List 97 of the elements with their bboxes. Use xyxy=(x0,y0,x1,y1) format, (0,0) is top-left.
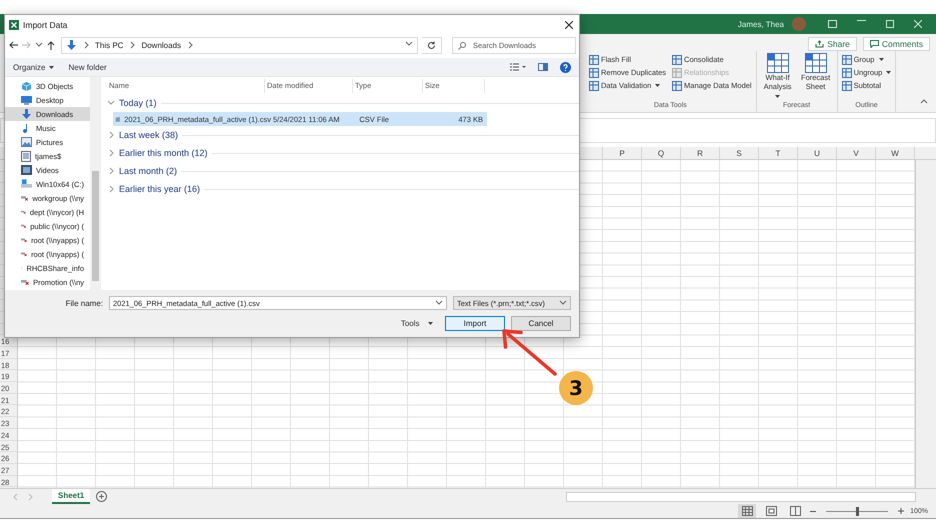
table-icon xyxy=(589,54,599,64)
sheet-tab[interactable]: Sheet1 xyxy=(52,489,90,504)
table-icon xyxy=(589,68,599,78)
close-button[interactable] xyxy=(565,21,573,29)
chevron-right-icon xyxy=(107,185,115,193)
document-icon xyxy=(21,150,31,162)
column-header[interactable]: P xyxy=(603,147,642,159)
share-icon xyxy=(815,40,824,48)
preview-pane-icon[interactable] xyxy=(538,63,548,71)
caret-icon xyxy=(878,58,884,61)
breadcrumb[interactable]: This PC xyxy=(95,40,124,50)
file-group-header[interactable]: Earlier this year (16) xyxy=(107,180,579,198)
comments-button[interactable]: Comments xyxy=(862,37,930,51)
chevron-right-icon xyxy=(107,131,115,139)
column-header[interactable]: U xyxy=(798,147,837,159)
chevron-down-icon xyxy=(435,299,443,307)
vertical-scrollbar[interactable] xyxy=(915,160,936,488)
column-header[interactable]: S xyxy=(720,147,759,159)
up-button[interactable] xyxy=(47,40,55,50)
column-header[interactable]: Q xyxy=(642,147,681,159)
comment-icon xyxy=(870,40,879,48)
maximize-icon[interactable] xyxy=(886,20,894,28)
breadcrumb-chevron-icon xyxy=(82,41,90,49)
ribbon-display-icon[interactable] xyxy=(828,20,837,28)
back-button[interactable] xyxy=(9,41,18,49)
caret-icon xyxy=(655,84,660,87)
file-group-header[interactable]: Last week (38) xyxy=(107,126,579,144)
tools-button[interactable]: Tools xyxy=(400,319,433,328)
search-icon xyxy=(458,42,466,50)
download-icon xyxy=(66,40,77,50)
table-icon xyxy=(842,54,852,64)
recent-locations-button[interactable] xyxy=(35,41,43,49)
column-header[interactable]: V xyxy=(837,147,876,159)
film-icon xyxy=(21,165,32,175)
zoom-thumb[interactable] xyxy=(856,506,860,516)
scroll-right-icon xyxy=(26,492,34,500)
chevron-right-icon xyxy=(107,167,115,175)
organize-button[interactable]: Organize xyxy=(13,62,54,72)
image-icon xyxy=(21,137,32,147)
close-icon[interactable] xyxy=(914,20,922,28)
chevron-down-icon xyxy=(405,40,413,48)
breadcrumb-chevron-icon xyxy=(186,41,194,49)
caret-icon xyxy=(775,95,780,98)
view-options-icon[interactable] xyxy=(510,63,526,71)
breadcrumb-chevron-icon xyxy=(128,41,136,49)
download-icon xyxy=(21,108,32,120)
chevron-right-icon xyxy=(107,149,115,157)
cube-icon xyxy=(21,80,32,92)
file-group-header[interactable]: Last month (2) xyxy=(107,162,579,180)
import-button[interactable]: Import xyxy=(445,316,505,331)
collapse-icon xyxy=(920,98,928,106)
nav-scrollbar[interactable] xyxy=(90,77,100,290)
desktop-icon xyxy=(21,95,32,105)
table-icon xyxy=(842,80,852,90)
dialog-title: Import Data xyxy=(23,20,68,30)
new-folder-button[interactable]: New folder xyxy=(68,62,107,72)
user-name: James, Thea xyxy=(738,20,784,28)
chevron-down-icon xyxy=(35,41,43,49)
share-button[interactable]: Share xyxy=(808,37,857,51)
chevron-down-icon xyxy=(107,99,115,107)
file-group-header[interactable]: Today (1) xyxy=(107,94,579,112)
table-icon xyxy=(672,80,682,90)
table-icon xyxy=(672,68,682,78)
refresh-icon xyxy=(427,40,436,50)
horizontal-scrollbar[interactable] xyxy=(566,492,916,502)
grid-icon xyxy=(804,53,827,73)
address-bar[interactable]: This PC Downloads xyxy=(61,36,418,54)
up-arrow-icon xyxy=(47,40,55,50)
add-sheet-icon[interactable] xyxy=(96,491,108,502)
column-header[interactable]: T xyxy=(759,147,798,159)
grid-icon xyxy=(766,53,789,73)
file-icon xyxy=(115,114,122,124)
back-arrow-icon xyxy=(9,41,18,49)
view-button[interactable] xyxy=(738,504,756,518)
close-icon xyxy=(565,21,573,29)
breadcrumb[interactable]: Downloads xyxy=(141,40,182,50)
caret-icon xyxy=(49,66,54,68)
step-badge: 3 xyxy=(559,371,593,405)
arrow xyxy=(502,329,557,376)
chevron-down-icon xyxy=(559,299,567,307)
zoom-in-icon[interactable] xyxy=(898,508,904,514)
refresh-button[interactable] xyxy=(422,36,442,54)
cancel-button[interactable]: Cancel xyxy=(511,316,571,331)
file-name-label: File name: xyxy=(66,298,103,308)
scroll-left-icon xyxy=(12,492,20,500)
caret-icon xyxy=(428,322,433,325)
column-header[interactable]: W xyxy=(876,147,915,159)
table-icon xyxy=(842,68,852,78)
caret-icon xyxy=(886,71,892,74)
spreadsheet-app-icon xyxy=(9,20,19,30)
forward-arrow-icon xyxy=(22,41,31,49)
table-icon xyxy=(672,54,682,64)
column-header[interactable]: R xyxy=(681,147,720,159)
file-group-header[interactable]: Earlier this month (12) xyxy=(107,144,579,162)
table-icon xyxy=(589,80,599,90)
drive-icon xyxy=(21,179,32,189)
help-icon[interactable] xyxy=(560,62,571,72)
